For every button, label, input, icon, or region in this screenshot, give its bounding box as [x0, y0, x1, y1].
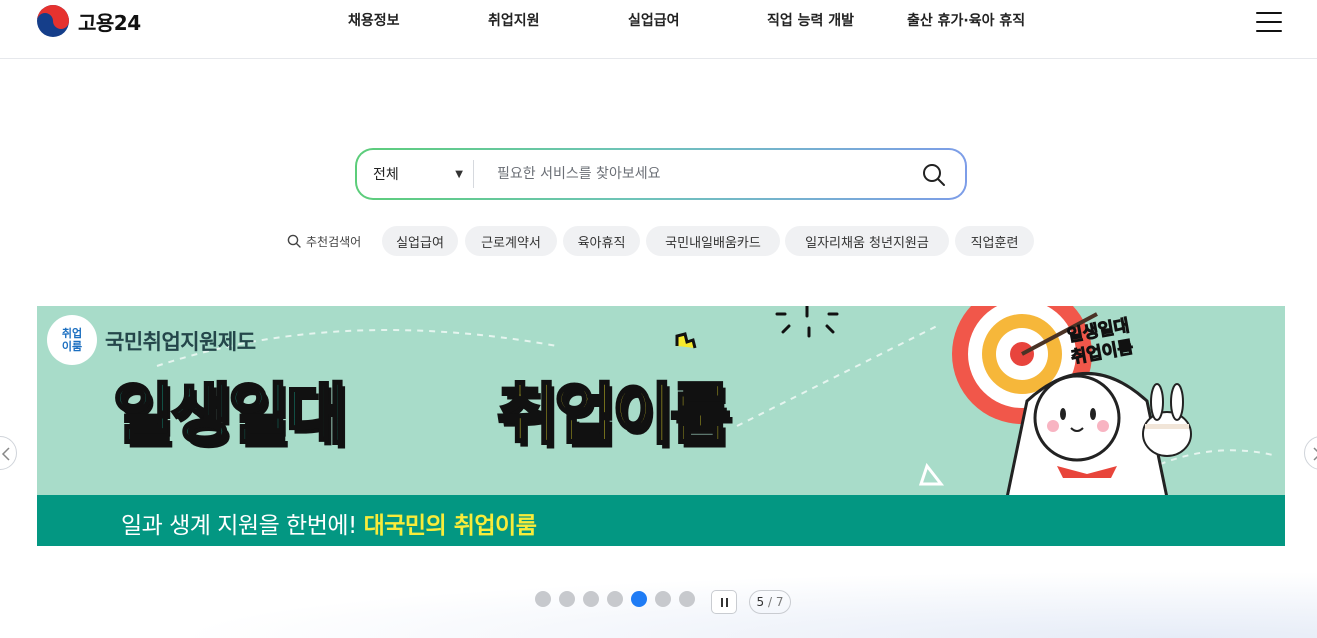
nav-item-job-info[interactable]: 채용정보 — [348, 10, 400, 30]
keyword-chip[interactable]: 국민내일배움카드 — [646, 226, 780, 256]
banner-subtitle: 일과 생계 지원을 한번에! 대국민의 취업이룸 — [121, 513, 537, 539]
site-header: 고용24 채용정보 취업지원 실업급여 직업 능력 개발 출산 휴가·육아 휴직 — [0, 0, 1317, 59]
next-slide-button[interactable] — [1304, 436, 1317, 470]
slide-dot[interactable] — [607, 591, 623, 607]
logo[interactable]: 고용24 — [36, 4, 141, 38]
search-icon — [287, 234, 301, 248]
promo-banner[interactable]: 취업 이룸 국민취업지원제도 일생일대 취업이룸 일생일대 취업이룸 일과 생계… — [37, 306, 1285, 546]
keyword-chip[interactable]: 직업훈련 — [955, 226, 1034, 256]
search-bar: 전체 ▼ — [355, 148, 967, 200]
divider — [473, 160, 474, 188]
logo-text: 고용24 — [78, 10, 141, 35]
slide-dot[interactable] — [535, 591, 551, 607]
nav-item-parental-leave[interactable]: 출산 휴가·육아 휴직 — [907, 10, 1025, 30]
recommended-label: 추천검색어 — [287, 226, 361, 256]
chevron-left-icon — [1, 447, 10, 461]
slide-dot[interactable] — [559, 591, 575, 607]
nav-item-employment-support[interactable]: 취업지원 — [488, 10, 540, 30]
hamburger-menu-icon[interactable] — [1256, 12, 1282, 32]
slide-dot[interactable] — [583, 591, 599, 607]
search-scope-value: 전체 — [373, 167, 399, 183]
slide-dot[interactable] — [631, 591, 647, 607]
chevron-right-icon — [1313, 447, 1317, 461]
keyword-chip[interactable]: 근로계약서 — [465, 226, 557, 256]
slide-counter: 5 / 7 — [749, 590, 791, 614]
slide-dot[interactable] — [679, 591, 695, 607]
keyword-chip[interactable]: 육아휴직 — [563, 226, 640, 256]
total-slides: 7 — [775, 595, 784, 609]
program-badge: 취업 이룸 — [47, 315, 97, 365]
nav-item-unemployment-benefit[interactable]: 실업급여 — [628, 10, 680, 30]
current-slide: 5 — [756, 595, 765, 609]
prev-slide-button[interactable] — [0, 436, 17, 470]
banner-title-right: 취업이룸 — [496, 375, 733, 455]
search-icon[interactable] — [921, 162, 947, 188]
pause-button[interactable] — [711, 590, 737, 614]
keyword-chip[interactable]: 일자리채움 청년지원금 — [785, 226, 949, 256]
search-input[interactable] — [497, 160, 897, 188]
keyword-chip[interactable]: 실업급여 — [382, 226, 458, 256]
banner-title-left: 일생일대 — [112, 375, 349, 455]
slide-dot[interactable] — [655, 591, 671, 607]
nav-item-skills-development[interactable]: 직업 능력 개발 — [767, 10, 854, 30]
search-scope-select[interactable]: 전체 ▼ — [373, 150, 473, 198]
taegeuk-logo-icon — [37, 5, 69, 37]
program-name: 국민취업지원제도 — [105, 330, 256, 354]
pause-icon — [721, 598, 723, 607]
caret-down-icon: ▼ — [455, 169, 463, 180]
